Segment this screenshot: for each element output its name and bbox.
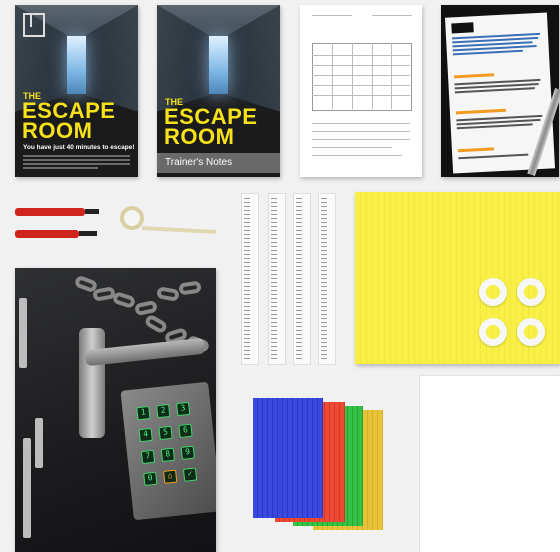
- lit-doorway: [208, 35, 229, 95]
- booklet-fine-print: [23, 155, 130, 171]
- clue-notepad: [441, 5, 560, 177]
- blue-card: [253, 398, 323, 518]
- table-row-line: [312, 95, 410, 96]
- trainer-booklet: THE ESCAPE ROOM Trainer's Notes: [157, 5, 280, 177]
- notepad-highlight: [457, 147, 494, 153]
- trainer-notes-label: Trainer's Notes: [165, 157, 233, 168]
- student-booklet: THE ESCAPE ROOM You have just 40 minutes…: [15, 5, 138, 177]
- ruler: [241, 193, 259, 365]
- ruler-ticks: [271, 198, 277, 360]
- door-bolt: [19, 298, 27, 368]
- keypad-key-6: 6: [178, 423, 193, 439]
- keypad-key-check-icon: ✓: [182, 467, 198, 482]
- worksheet-header-line: [312, 15, 352, 16]
- ring-icon: [517, 318, 545, 346]
- worksheet-text-line: [312, 139, 410, 140]
- worksheet-text-line: [312, 147, 392, 148]
- table-row-line: [312, 75, 410, 76]
- lit-doorway: [66, 35, 87, 95]
- ruler: [318, 193, 336, 365]
- title-room: ROOM: [164, 124, 235, 149]
- worksheet-text-line: [312, 123, 410, 124]
- red-marker: [15, 208, 85, 216]
- keypad-key-8: 8: [160, 447, 176, 462]
- worksheet-header-line: [372, 15, 412, 16]
- keypad-key-4: 4: [138, 427, 153, 443]
- door-bolt: [23, 438, 31, 538]
- worksheet: [300, 5, 422, 177]
- publisher-logo-icon: [23, 13, 45, 37]
- table-row-line: [312, 65, 410, 66]
- keypad-key-7: 7: [140, 449, 156, 465]
- table-row-line: [312, 85, 410, 86]
- door-bolt: [35, 418, 43, 468]
- keypad-key-1: 1: [136, 406, 151, 421]
- notepad-heading-block: [451, 22, 474, 34]
- notepad-highlight: [455, 108, 506, 115]
- ring-icon: [517, 278, 545, 306]
- table-column-line: [372, 43, 373, 109]
- ruler-ticks: [321, 198, 327, 360]
- tape-measure-strip: [141, 226, 217, 234]
- ruler-ticks: [296, 198, 302, 360]
- table-column-line: [352, 43, 353, 109]
- worksheet-text-line: [312, 155, 402, 156]
- marker-tip: [79, 231, 97, 236]
- keypad: 1 2 3 4 5 6 7 8 9 0 ⌂ ✓: [120, 381, 216, 521]
- ruler-ticks: [244, 198, 250, 360]
- title-room: ROOM: [22, 118, 93, 143]
- white-card: [420, 376, 560, 552]
- worksheet-text-line: [312, 131, 410, 132]
- door-handle-plate: [79, 328, 105, 438]
- table-column-line: [391, 43, 392, 109]
- door-keypad-photo: 1 2 3 4 5 6 7 8 9 0 ⌂ ✓: [15, 268, 216, 552]
- tape-measure-icon: [120, 206, 144, 230]
- ruler: [268, 193, 286, 365]
- product-contents-image: { "booklet_student": { "title_small": "T…: [0, 0, 560, 552]
- table-column-line: [332, 43, 333, 109]
- booklet-subtitle: You have just 40 minutes to escape!: [23, 144, 135, 151]
- red-marker: [15, 230, 79, 238]
- colored-cards-stack: [253, 398, 383, 530]
- keypad-key-2: 2: [156, 403, 171, 419]
- table-row-line: [312, 55, 410, 56]
- notepad-highlight: [454, 73, 495, 79]
- ruler: [293, 193, 311, 365]
- ring-icon: [479, 318, 507, 346]
- worksheet-table: [312, 43, 412, 111]
- ring-icon: [479, 278, 507, 306]
- keypad-key-home-icon: ⌂: [163, 469, 178, 484]
- yellow-board: [355, 192, 560, 364]
- notepad-text-line: [458, 153, 529, 159]
- keypad-key-5: 5: [158, 425, 173, 441]
- keypad-key-3: 3: [176, 401, 191, 417]
- keypad-key-9: 9: [180, 445, 195, 460]
- keypad-key-0: 0: [143, 471, 158, 486]
- marker-tip: [85, 209, 99, 214]
